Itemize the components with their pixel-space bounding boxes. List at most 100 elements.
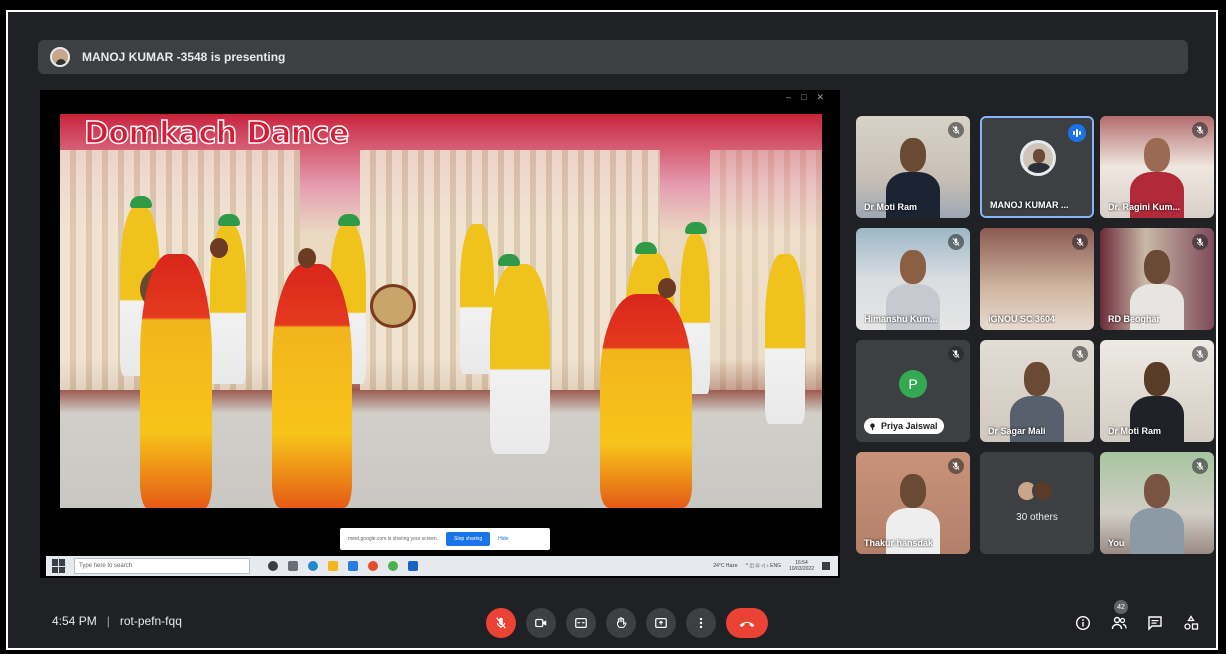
- widgets-icon[interactable]: [288, 561, 298, 571]
- speaking-indicator-icon: [1068, 124, 1086, 142]
- taskbar-search-input[interactable]: Type here to search: [74, 558, 250, 574]
- camera-button[interactable]: [526, 608, 556, 638]
- participant-tile[interactable]: Himanshu Kum...: [856, 228, 970, 330]
- participant-tile[interactable]: Dr Sagar Mali: [980, 340, 1094, 442]
- mic-off-icon: [948, 234, 964, 250]
- participant-name: You: [1108, 538, 1125, 548]
- participant-face: [900, 138, 926, 172]
- presenter-avatar: [50, 47, 70, 67]
- participant-face: [1024, 362, 1050, 396]
- turban: [338, 214, 360, 226]
- participant-name: RD Beoghar: [1108, 314, 1161, 324]
- participant-tile[interactable]: Dr Moti Ram: [856, 116, 970, 218]
- participant-tile[interactable]: Dr. Ragini Kum...: [1100, 116, 1214, 218]
- more-vert-icon: [699, 617, 703, 629]
- call-controls: [486, 608, 768, 638]
- info-icon: [1075, 615, 1091, 631]
- others-avatars: [1016, 480, 1056, 502]
- taskbar-apps: [268, 561, 418, 571]
- file-explorer-icon[interactable]: [328, 561, 338, 571]
- shared-screen[interactable]: –□✕ Domkach Dance meet.google.com is sha…: [40, 90, 840, 578]
- participant-name: Dr Moti Ram: [864, 202, 918, 212]
- people-count-badge: 42: [1114, 600, 1128, 614]
- dance-video: Domkach Dance: [60, 114, 822, 508]
- meeting-info-button[interactable]: [1072, 612, 1094, 634]
- hide-button[interactable]: Hide: [498, 536, 508, 542]
- turban: [498, 254, 520, 266]
- window-controls[interactable]: –□✕: [786, 92, 834, 103]
- turban: [130, 196, 152, 208]
- more-options-button[interactable]: [686, 608, 716, 638]
- meet-window: MANOJ KUMAR -3548 is presenting –□✕ Domk…: [6, 10, 1218, 650]
- participant-face: [1144, 362, 1170, 396]
- weather-text[interactable]: 24°C Haze: [713, 563, 737, 569]
- stop-sharing-button[interactable]: Stop sharing: [446, 532, 491, 546]
- microphone-button[interactable]: [486, 608, 516, 638]
- edge-icon[interactable]: [308, 561, 318, 571]
- mic-off-icon: [1192, 346, 1208, 362]
- mic-off-icon: [496, 617, 506, 629]
- raise-hand-button[interactable]: [606, 608, 636, 638]
- divider: |: [106, 614, 110, 628]
- sharing-banner-text: meet.google.com is sharing your screen.: [348, 536, 439, 542]
- participant-name: Dr. Ragini Kum...: [1108, 202, 1181, 212]
- participant-tile[interactable]: 30 others: [980, 452, 1094, 554]
- dancer: [490, 264, 550, 454]
- participant-tile[interactable]: MANOJ KUMAR ...: [980, 116, 1094, 218]
- tray-icons[interactable]: ^ ◫ ⊡ ◁ ♪ ENG: [746, 563, 781, 569]
- participant-face: [1144, 250, 1170, 284]
- meeting-code[interactable]: rot-pefn-fqq: [120, 614, 182, 628]
- task-view-icon[interactable]: [268, 561, 278, 571]
- participant-tile[interactable]: RD Beoghar: [1100, 228, 1214, 330]
- participant-name: Thakur hansdak: [864, 538, 934, 548]
- people-icon: [1111, 616, 1127, 630]
- others-label: 30 others: [1016, 512, 1058, 523]
- participant-tile[interactable]: You: [1100, 452, 1214, 554]
- chrome-icon[interactable]: [388, 561, 398, 571]
- pin-icon: [870, 422, 875, 430]
- captions-icon: [575, 618, 587, 628]
- notification-icon[interactable]: [822, 562, 830, 570]
- participant-body: [1130, 508, 1184, 554]
- system-tray: 24°C Haze ^ ◫ ⊡ ◁ ♪ ENG 16:54 10/03/2022: [713, 560, 830, 572]
- people-button[interactable]: 42: [1108, 600, 1130, 634]
- activities-button[interactable]: [1180, 612, 1202, 634]
- pinned-name-badge: Priya Jaiswal: [864, 418, 944, 434]
- mic-off-icon: [1192, 234, 1208, 250]
- participant-tile[interactable]: Thakur hansdak: [856, 452, 970, 554]
- turban: [218, 214, 240, 226]
- captions-button[interactable]: [566, 608, 596, 638]
- app-icon[interactable]: [368, 561, 378, 571]
- windows-taskbar: Type here to search 24°C Haze ^ ◫ ⊡ ◁ ♪ …: [46, 556, 838, 576]
- turban: [635, 242, 657, 254]
- participant-face: [1144, 474, 1170, 508]
- app-icon[interactable]: [408, 561, 418, 571]
- store-icon[interactable]: [348, 561, 358, 571]
- video-title: Domkach Dance: [83, 115, 350, 152]
- camera-icon: [535, 618, 547, 628]
- mic-off-icon: [948, 458, 964, 474]
- participant-avatar: [1020, 140, 1056, 176]
- tray-date: 10/03/2022: [788, 566, 814, 572]
- head: [210, 238, 228, 258]
- chat-button[interactable]: [1144, 612, 1166, 634]
- presenting-text: MANOJ KUMAR -3548 is presenting: [82, 50, 286, 64]
- chat-icon: [1148, 616, 1162, 631]
- tray-clock[interactable]: 16:54 10/03/2022: [789, 560, 814, 572]
- meeting-time: 4:54 PM: [52, 614, 97, 628]
- participant-tile[interactable]: IGNOU SC 3604: [980, 228, 1094, 330]
- hand-icon: [616, 617, 627, 628]
- woman-dancer: [272, 264, 352, 508]
- meeting-details: 4:54 PM | rot-pefn-fqq: [52, 614, 182, 628]
- mic-off-icon: [948, 122, 964, 138]
- leave-call-button[interactable]: [726, 608, 768, 638]
- side-panel-buttons: 42: [1072, 600, 1202, 634]
- participant-tile[interactable]: P Priya Jaiswal: [856, 340, 970, 442]
- participant-tile[interactable]: Dr Moti Ram: [1100, 340, 1214, 442]
- mic-off-icon: [1072, 234, 1088, 250]
- present-icon: [655, 618, 667, 628]
- woman-dancer: [140, 254, 212, 508]
- windows-start-icon[interactable]: [52, 559, 66, 573]
- drummer: [765, 254, 805, 424]
- present-button[interactable]: [646, 608, 676, 638]
